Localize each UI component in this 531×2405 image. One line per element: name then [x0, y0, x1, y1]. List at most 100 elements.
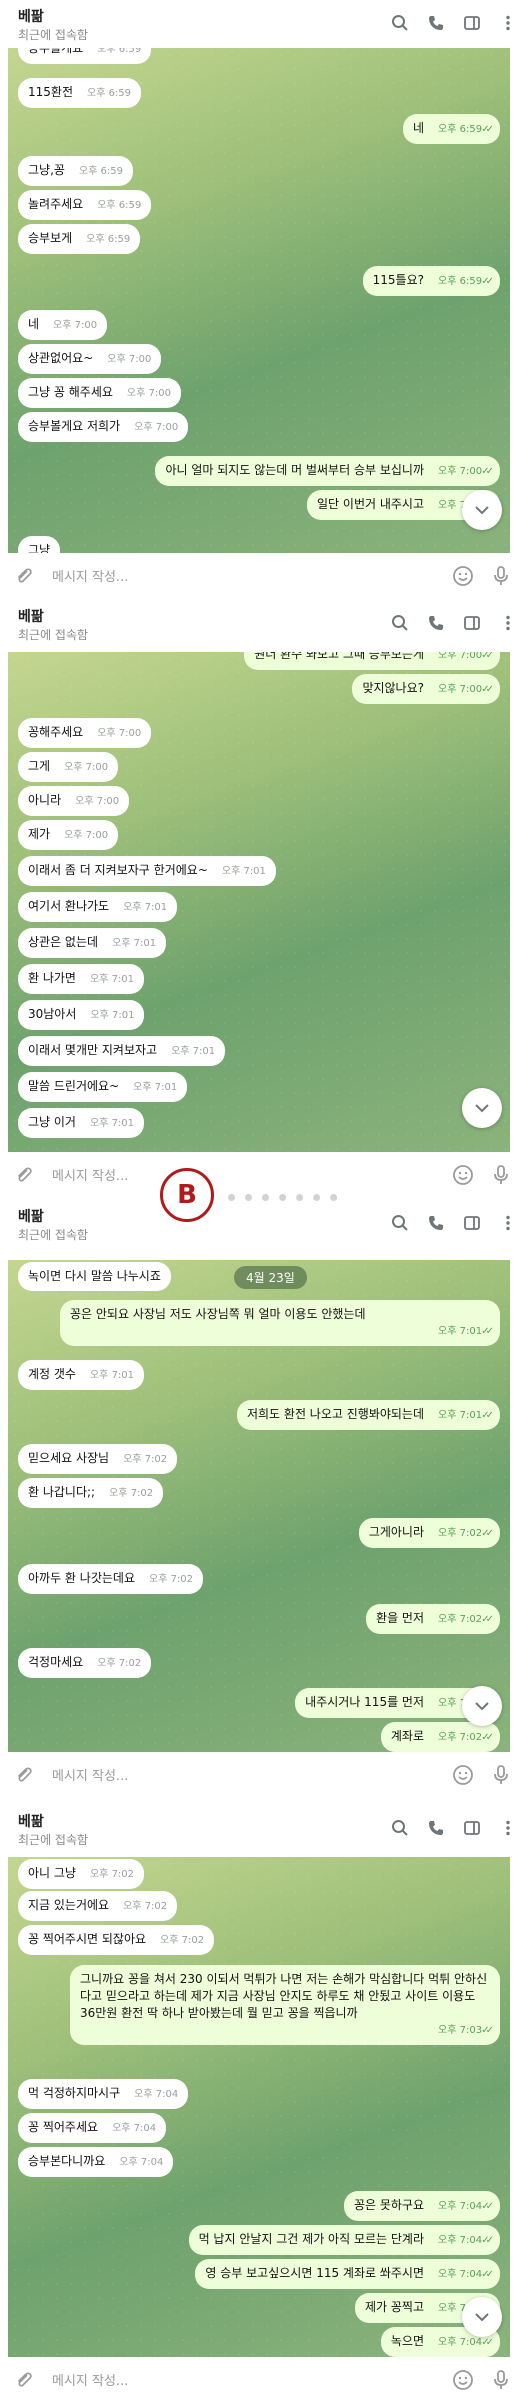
search-icon[interactable]	[389, 1212, 411, 1234]
watermark-text: ∙∙∙∙∙∙∙	[224, 1183, 344, 1211]
message-bubble: 그냥 이거 오후 7:01	[18, 1108, 145, 1138]
attach-icon[interactable]	[14, 2370, 34, 2394]
message-input[interactable]: 메시지 작성...	[52, 566, 128, 585]
emoji-icon[interactable]	[451, 2368, 475, 2396]
message-bubble: 저희도 환전 나오고 진행봐야되는데 오후 7:01	[236, 1400, 500, 1430]
contact-status: 최근에 접속함	[18, 1833, 89, 1847]
message-input-bar: 메시지 작성...	[0, 1752, 531, 1798]
attach-icon[interactable]	[14, 1765, 34, 1789]
search-icon[interactable]	[389, 1817, 411, 1839]
chat-header: 베팖 최근에 접속함	[0, 0, 531, 48]
search-icon[interactable]	[389, 12, 411, 34]
chat-screenshot-4: 베팖 최근에 접속함 아니 그냥 오후 7:02 지금 있는거에요 오후 7:02 …	[0, 1805, 531, 2405]
more-icon[interactable]	[497, 12, 519, 34]
watermark-logo: B	[160, 1168, 214, 1222]
phone-icon[interactable]	[425, 612, 447, 634]
message-bubble: 꽁 찍어주시면 되잖아요 오후 7:02	[18, 1925, 215, 1955]
emoji-icon[interactable]	[451, 1763, 475, 1791]
microphone-icon[interactable]	[489, 1763, 513, 1791]
message-bubble: 환 나가면 오후 7:01	[18, 964, 145, 994]
scroll-down-button[interactable]	[462, 1686, 502, 1726]
emoji-icon[interactable]	[451, 564, 475, 592]
message-bubble: 믿으세요 사장님 오후 7:02	[18, 1444, 178, 1474]
message-area[interactable]: 원더 환수 봐보고 그때 승부보는게오후 7:00 맞지않나요?오후 7:00 …	[8, 652, 510, 1152]
more-icon[interactable]	[497, 1212, 519, 1234]
message-bubble: 상관은 없는데 오후 7:01	[18, 928, 167, 958]
message-bubble: 계정 갯수 오후 7:01	[18, 1360, 145, 1390]
message-bubble: 아니라 오후 7:00	[18, 786, 130, 816]
scroll-down-button[interactable]	[462, 490, 502, 530]
message-bubble: 그냥	[18, 536, 61, 553]
chat-screenshot-2: 베팖 최근에 접속함 원더 환수 봐보고 그때 승부보는게오후 7:00 맞지않…	[0, 600, 531, 1200]
message-bubble: 아니 얼마 되지도 않는데 머 벌써부터 승부 보십니까 오후 7:00	[155, 456, 500, 486]
contact-status: 최근에 접속함	[18, 1228, 89, 1242]
message-bubble: 맞지않나요? 오후 7:00	[352, 674, 500, 704]
message-input[interactable]: 메시지 작성...	[52, 1165, 128, 1184]
scroll-down-button[interactable]	[462, 1088, 502, 1128]
more-icon[interactable]	[497, 1817, 519, 1839]
microphone-icon[interactable]	[489, 1163, 513, 1191]
microphone-icon[interactable]	[489, 564, 513, 592]
message-bubble: 환을 먼저 오후 7:02	[366, 1604, 500, 1634]
sidebar-toggle-icon[interactable]	[461, 1212, 483, 1234]
search-icon[interactable]	[389, 612, 411, 634]
phone-icon[interactable]	[425, 1212, 447, 1234]
message-bubble: 115환전 오후 6:59	[18, 78, 142, 108]
message-bubble: 영 승부 보고싶으시면 115 계좌로 쏴주시면 오후 7:04	[195, 2259, 500, 2289]
message-area[interactable]: 녹이면 다시 말씀 나누시죠 4월 23일 꽁은 안되요 사장님 저도 사장님쪽…	[8, 1260, 510, 1752]
message-bubble: 네 오후 7:00	[18, 310, 108, 340]
contact-status: 최근에 접속함	[18, 28, 89, 42]
message-bubble: 원더 환수 봐보고 그때 승부보는게 오후 7:00	[244, 652, 500, 670]
message-bubble: 30남아서 오후 7:01	[18, 1000, 145, 1030]
message-bubble: 승부보게 오후 6:59	[18, 224, 141, 254]
message-bubble: 승부본다니까요 오후 7:04	[18, 2147, 174, 2177]
sidebar-toggle-icon[interactable]	[461, 612, 483, 634]
emoji-icon[interactable]	[451, 1163, 475, 1191]
message-input-bar: 메시지 작성...	[0, 2357, 531, 2403]
phone-icon[interactable]	[425, 1817, 447, 1839]
scroll-down-button[interactable]	[462, 2297, 502, 2337]
message-bubble: 꽁해주세요 오후 7:00	[18, 718, 152, 748]
message-input[interactable]: 메시지 작성...	[52, 1765, 128, 1784]
message-bubble: 먹 걱정하지마시구 오후 7:04	[18, 2079, 189, 2109]
message-bubble: 걱정마세요 오후 7:02	[18, 1648, 152, 1678]
microphone-icon[interactable]	[489, 2368, 513, 2396]
message-bubble: 그냥,꽁 오후 6:59	[18, 156, 133, 186]
message-bubble: 환 나갑니다;; 오후 7:02	[18, 1478, 164, 1508]
contact-status: 최근에 접속함	[18, 628, 89, 642]
message-bubble: 아니 그냥 오후 7:02	[18, 1859, 145, 1889]
message-bubble: 승부볼게요 저희가 오후 7:00	[18, 412, 189, 442]
chat-header: 베팖 최근에 접속함	[0, 1805, 531, 1853]
message-area[interactable]: 승부볼게요오후 6:59 115환전오후 6:59 네오후 6:59 그냥,꽁오…	[8, 48, 510, 553]
contact-name[interactable]: 베팖	[18, 606, 44, 626]
message-bubble: 녹이면 다시 말씀 나누시죠	[18, 1262, 171, 1291]
phone-icon[interactable]	[425, 12, 447, 34]
message-bubble: 꽁은 안되요 사장님 저도 사장님쪽 뭐 얼마 이용도 안했는데 오후 7:01	[60, 1300, 500, 1346]
contact-name[interactable]: 베팖	[18, 6, 44, 26]
message-bubble: 115틀요? 오후 6:59	[362, 266, 500, 296]
message-input-bar: 메시지 작성...	[0, 553, 531, 599]
message-bubble: 이래서 몇개만 지켜보자고 오후 7:01	[18, 1036, 226, 1066]
message-bubble: 상관없어요~ 오후 7:00	[18, 344, 162, 374]
message-bubble: 계좌로 오후 7:02	[380, 1722, 500, 1752]
sidebar-toggle-icon[interactable]	[461, 1817, 483, 1839]
message-bubble: 말씀 드린거에요~ 오후 7:01	[18, 1072, 188, 1102]
message-bubble: 제가 오후 7:00	[18, 820, 119, 850]
date-separator: 4월 23일	[234, 1266, 307, 1289]
message-area[interactable]: 아니 그냥 오후 7:02 지금 있는거에요 오후 7:02 꽁 찍어주시면 되잖아…	[8, 1857, 510, 2357]
message-bubble: 꽁은 못하구요 오후 7:04	[343, 2191, 500, 2221]
message-bubble: 꽁 찍어주세요 오후 7:04	[18, 2113, 167, 2143]
more-icon[interactable]	[497, 612, 519, 634]
message-bubble: 놀려주세요 오후 6:59	[18, 190, 152, 220]
message-bubble: 아까두 환 나갓는데요 오후 7:02	[18, 1564, 204, 1594]
contact-name[interactable]: 베팖	[18, 1811, 44, 1831]
contact-name[interactable]: 베팖	[18, 1206, 44, 1226]
message-bubble: 그니까요 꽁을 쳐서 230 이되서 먹튀가 나면 저는 손해가 막심합니다 먹…	[70, 1965, 500, 2045]
attach-icon[interactable]	[14, 1165, 34, 1189]
message-bubble: 지금 있는거에요 오후 7:02	[18, 1891, 178, 1921]
sidebar-toggle-icon[interactable]	[461, 12, 483, 34]
message-input[interactable]: 메시지 작성...	[52, 2370, 128, 2389]
chat-header: 베팖 최근에 접속함	[0, 600, 531, 648]
message-bubble: 그게 오후 7:00	[18, 752, 119, 782]
attach-icon[interactable]	[14, 566, 34, 590]
